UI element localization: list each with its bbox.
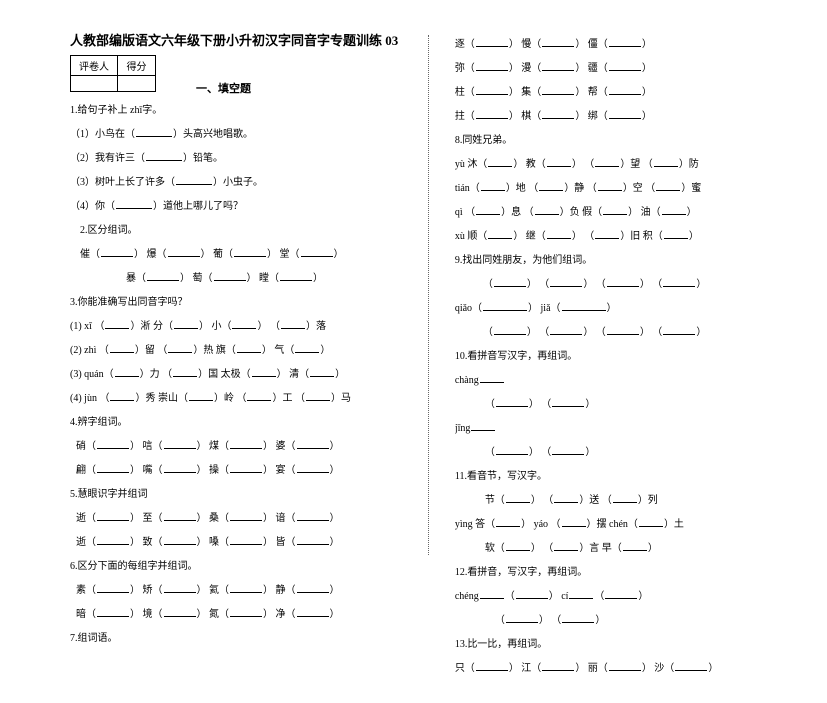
r10-a: chàng	[455, 371, 807, 390]
q4-heading: 4.辨字组词。	[70, 413, 440, 432]
r10-heading: 10.看拼音写汉字，再组词。	[455, 347, 807, 366]
column-divider	[428, 35, 429, 555]
r8-b: tián（）地 （）静 （）空 （）蜜	[455, 179, 807, 198]
r10-c: jīng	[455, 419, 807, 438]
q1-a: （1）小鸟在（）头高兴地唱歌。	[70, 125, 440, 144]
r8-heading: 8.同姓兄弟。	[455, 131, 807, 150]
q5-a: 逝（） 至（） 桑（） 谙（）	[70, 509, 440, 528]
r11-heading: 11.看音节，写汉字。	[455, 467, 807, 486]
r11-c: 软（） （）言 早（）	[455, 539, 807, 558]
q3-c: (3) quán（）力 （）国 太极（） 清（）	[70, 365, 440, 384]
r8-d: xù 顺（） 继（） （）旧 积（）	[455, 227, 807, 246]
r8-c: qì （）息 （）负 假（） 油（）	[455, 203, 807, 222]
q3-a: (1) xī （）淅 分（） 小（） （）落	[70, 317, 440, 336]
score-table: 评卷人得分	[70, 55, 156, 92]
section-1-title: 一、填空题	[196, 80, 251, 96]
r12-b: （） （）	[455, 611, 807, 630]
q4-a: 硝（） 唁（） 煤（） 婆（）	[70, 437, 440, 456]
q3-b: (2) zhì （）留 （）热 旗（） 气（）	[70, 341, 440, 360]
q4-b: 翩（） 嘴（） 操（） 宴（）	[70, 461, 440, 480]
score-col1: 评卷人	[71, 56, 118, 76]
r8-a: yù 沐（） 教（） （）望 （）防	[455, 155, 807, 174]
r10-d: （） （）	[455, 443, 807, 462]
doc-title: 人教部编版语文六年级下册小升初汉字同音字专题训练 03	[70, 30, 440, 49]
r9-c: （） （） （） （）	[455, 323, 807, 342]
q2-a: 催（） 爆（） 葡（） 堂（）	[70, 245, 440, 264]
r13-heading: 13.比一比，再组词。	[455, 635, 807, 654]
r9-a: （） （） （） （）	[455, 275, 807, 294]
r11-a: 节（） （）送 （）列	[455, 491, 807, 510]
r1-c: 柱（） 集（） 帮（）	[455, 83, 807, 102]
q6-a: 素（） 矫（） 氦（） 静（）	[70, 581, 440, 600]
r9-heading: 9.找出同姓朋友，为他们组词。	[455, 251, 807, 270]
r10-b: （） （）	[455, 395, 807, 414]
r9-b: qiǎo（） jiǎ（）	[455, 299, 807, 318]
q2-heading: 2.区分组词。	[70, 221, 440, 240]
q7-heading: 7.组词语。	[70, 629, 440, 648]
r12-a: chéng（） cí（）	[455, 587, 807, 606]
r1-d: 拄（） 棋（） 绑（）	[455, 107, 807, 126]
r1-b: 弥（） 漫（） 疆（）	[455, 59, 807, 78]
q1-c: （3）树叶上长了许多（）小虫子。	[70, 173, 440, 192]
r11-b: yìng 答（） yáo （）摆 chén（）土	[455, 515, 807, 534]
q6-heading: 6.区分下面的每组字并组词。	[70, 557, 440, 576]
q1-heading: 1.给句子补上 zhī字。	[70, 101, 440, 120]
q1-d: （4）你（）道他上哪儿了吗？	[70, 197, 440, 216]
r1-a: 逐（） 慢（） 僵（）	[455, 35, 807, 54]
q3-heading: 3.你能准确写出同音字吗？	[70, 293, 440, 312]
q3-d: (4) jùn （）秀 崇山（）岭 （）工 （）马	[70, 389, 440, 408]
r12-heading: 12.看拼音，写汉字，再组词。	[455, 563, 807, 582]
q5-heading: 5.慧眼识字并组词	[70, 485, 440, 504]
q1-b: （2）我有许三（）铅笔。	[70, 149, 440, 168]
score-col2: 得分	[118, 56, 156, 76]
q6-b: 暗（） 境（） 氮（） 净（）	[70, 605, 440, 624]
q2-b: 暴（） 萄（） 瞠（）	[70, 269, 440, 288]
r13-a: 只（） 江（） 丽（） 沙（）	[455, 659, 807, 678]
q5-b: 逝（） 致（） 嗓（） 皆（）	[70, 533, 440, 552]
